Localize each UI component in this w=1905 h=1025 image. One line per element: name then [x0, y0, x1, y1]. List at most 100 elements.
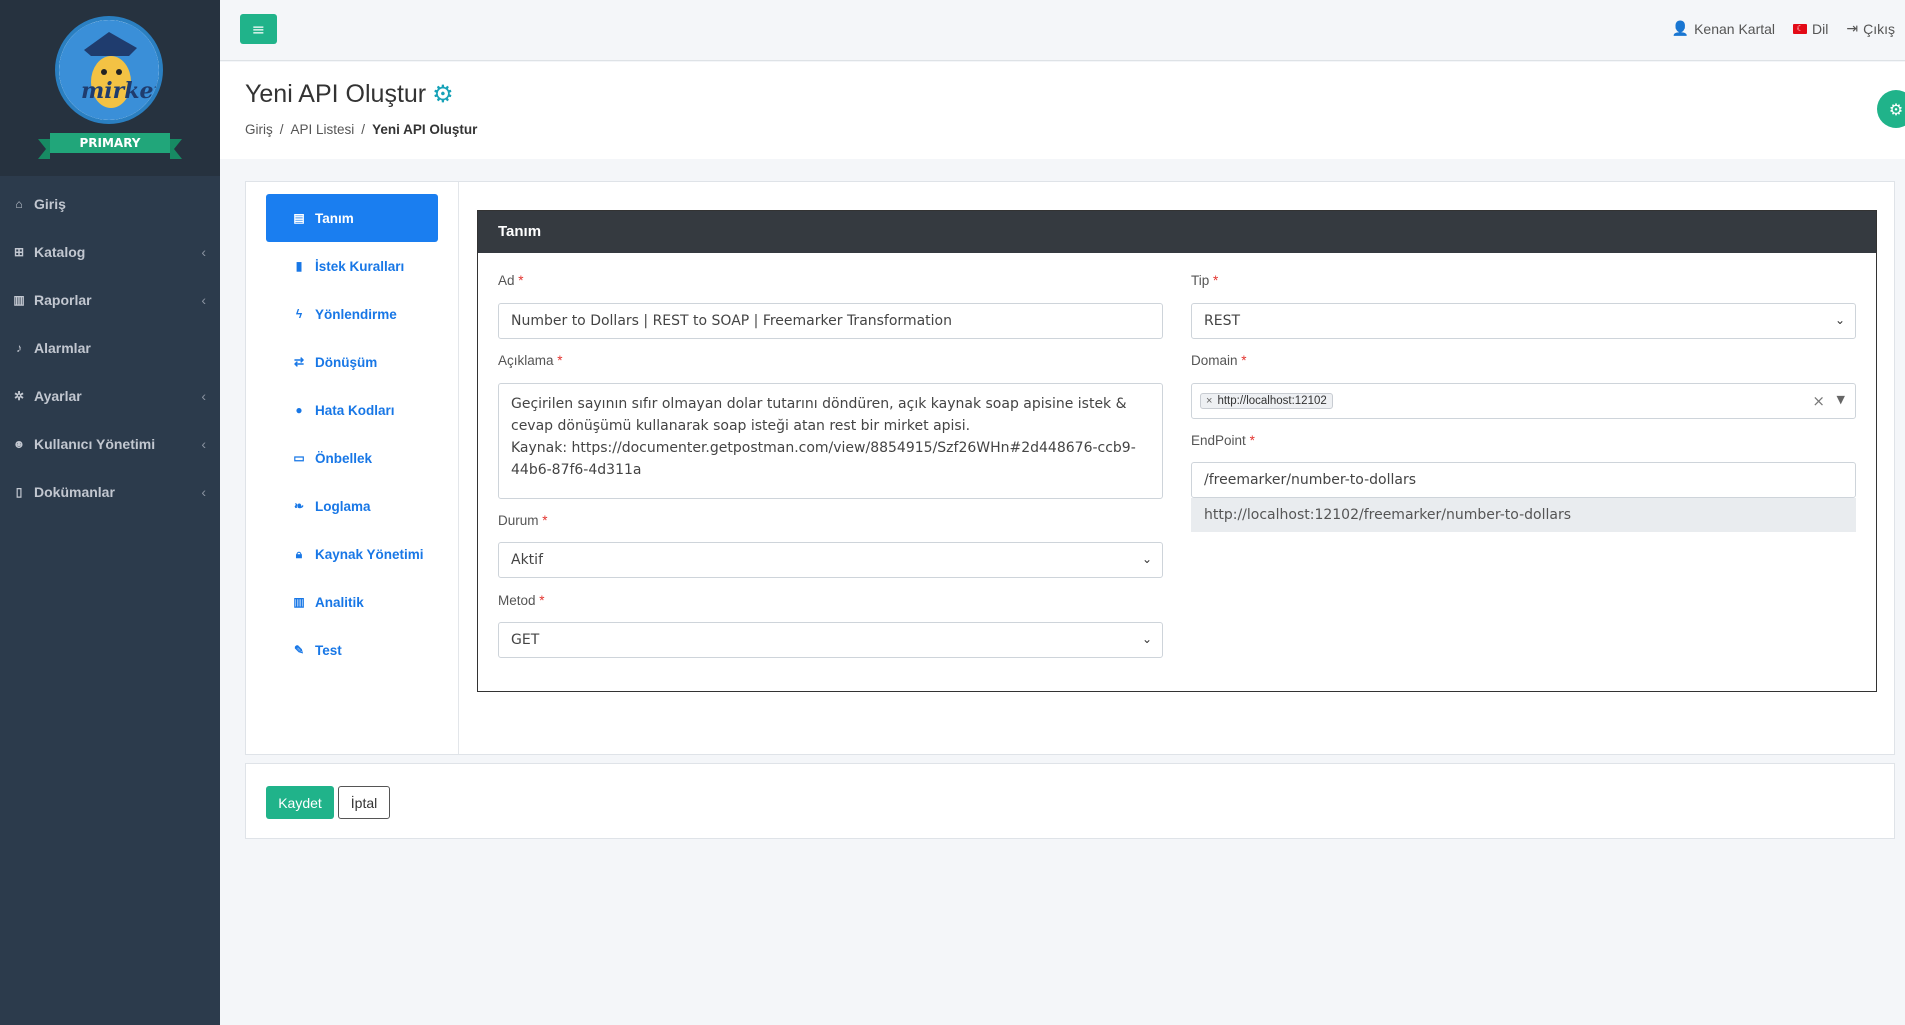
- tab-label: Test: [315, 642, 342, 658]
- tab-label: Tanım: [315, 210, 354, 226]
- label-text: EndPoint: [1191, 433, 1246, 448]
- save-button[interactable]: Kaydet: [266, 786, 334, 819]
- language-menu[interactable]: ☾ Dil: [1793, 20, 1828, 37]
- chart-bar-icon: ▥: [293, 595, 305, 609]
- sidebar-item-label: Dokümanlar: [34, 484, 115, 500]
- exchange-icon: ⇄: [293, 355, 305, 369]
- tab-hata-kodlari[interactable]: ● Hata Kodları: [266, 386, 438, 434]
- metod-select-value: GET: [511, 632, 540, 648]
- label-text: Ad: [498, 273, 515, 288]
- metod-select[interactable]: GET ⌄: [498, 622, 1163, 658]
- sidebar-item-giris[interactable]: ⌂ Giriş: [0, 180, 220, 228]
- tab-list: ▤ Tanım ▮ İstek Kuralları ϟ Yönlendirme ⇄ Dö…: [246, 182, 459, 754]
- svg-text:mirket: mirket: [81, 78, 159, 104]
- caret-down-icon[interactable]: ▼: [1837, 393, 1845, 406]
- tip-select[interactable]: REST ⌄: [1191, 303, 1856, 339]
- endpoint-preview: http://localhost:12102/freemarker/number…: [1191, 498, 1856, 532]
- sidebar-item-label: Giriş: [34, 196, 66, 212]
- top-nav: 👤 Kenan Kartal ☾ Dil ⇥ Çıkış: [1672, 20, 1905, 37]
- required-mark: *: [542, 513, 548, 528]
- breadcrumb-separator: /: [279, 122, 284, 137]
- breadcrumb-home[interactable]: Giriş: [245, 122, 273, 137]
- ad-label: Ad *: [498, 273, 524, 288]
- id-card-icon: ▤: [293, 211, 305, 225]
- domain-multiselect[interactable]: × http://localhost:12102 × ▼: [1191, 383, 1856, 419]
- api-form-card: ▤ Tanım ▮ İstek Kuralları ϟ Yönlendirme ⇄ Dö…: [245, 181, 1895, 755]
- domain-label: Domain *: [1191, 353, 1247, 368]
- tab-label: Kaynak Yönetimi: [315, 546, 424, 562]
- durum-select-value: Aktif: [511, 552, 543, 568]
- sidebar-item-label: Kullanıcı Yönetimi: [34, 436, 156, 452]
- mirket-logo[interactable]: mirket: [55, 16, 163, 124]
- file-icon: ▯: [15, 485, 23, 499]
- sidebar-item-alarmlar[interactable]: ♪ Alarmlar: [0, 324, 220, 372]
- feather-icon: ❧: [293, 499, 305, 513]
- metod-label: Metod *: [498, 593, 545, 608]
- chevron-left-icon: ‹: [201, 484, 206, 500]
- bell-icon: ♪: [16, 341, 22, 355]
- tab-istek-kurallari[interactable]: ▮ İstek Kuralları: [266, 242, 438, 290]
- tab-label: Dönüşüm: [315, 354, 378, 370]
- breadcrumb-api-list[interactable]: API Listesi: [291, 122, 355, 137]
- sidebar-item-katalog[interactable]: ⊞ Katalog ‹: [0, 228, 220, 276]
- settings-button[interactable]: ⚙: [1877, 90, 1905, 128]
- tab-label: Yönlendirme: [315, 306, 397, 322]
- label-text: Durum: [498, 513, 539, 528]
- chevron-down-icon: ⌄: [1834, 313, 1845, 327]
- logout-link[interactable]: ⇥ Çıkış: [1846, 20, 1895, 37]
- domain-tag-label: http://localhost:12102: [1217, 395, 1327, 407]
- remove-tag-icon[interactable]: ×: [1206, 395, 1212, 407]
- domain-tag[interactable]: × http://localhost:12102: [1200, 393, 1333, 409]
- user-menu[interactable]: 👤 Kenan Kartal: [1672, 20, 1775, 37]
- aciklama-textarea[interactable]: Geçirilen sayının sıfır olmayan dolar tu…: [498, 383, 1163, 499]
- tanim-panel: Tanım Ad * Number to Dollars | REST to S…: [477, 210, 1877, 692]
- sidebar: mirket PRIMARY ⌂ Giriş ⊞ Katalog ‹ ▥ Raporla…: [0, 0, 220, 1025]
- ad-input[interactable]: Number to Dollars | REST to SOAP | Freem…: [498, 303, 1163, 339]
- sidebar-item-ayarlar[interactable]: ✲ Ayarlar ‹: [0, 372, 220, 420]
- tab-label: Loglama: [315, 498, 371, 514]
- sidebar-item-kullanici-yonetimi[interactable]: ☻ Kullanıcı Yönetimi ‹: [0, 420, 220, 468]
- tab-label: Analitik: [315, 594, 364, 610]
- tab-onbellek[interactable]: ▭ Önbellek: [266, 434, 438, 482]
- breadcrumb: Giriş / API Listesi / Yeni API Oluştur: [245, 122, 477, 137]
- brand: mirket PRIMARY: [0, 0, 220, 176]
- chevron-left-icon: ‹: [201, 436, 206, 452]
- exclamation-circle-icon: ●: [295, 403, 303, 417]
- breadcrumb-separator: /: [361, 122, 366, 137]
- label-text: Metod: [498, 593, 536, 608]
- tab-test[interactable]: ✎ Test: [266, 626, 438, 674]
- required-mark: *: [1241, 353, 1247, 368]
- bolt-icon: ϟ: [295, 307, 303, 321]
- sitemap-icon: ⊞: [13, 245, 25, 259]
- sidebar-item-dokumanlar[interactable]: ▯ Dokümanlar ‹: [0, 468, 220, 516]
- menu-toggle-button[interactable]: ≡: [240, 14, 277, 44]
- chevron-down-icon: ⌄: [1141, 632, 1152, 646]
- tab-donusum[interactable]: ⇄ Dönüşüm: [266, 338, 438, 386]
- sidebar-item-label: Raporlar: [34, 292, 92, 308]
- sidebar-item-raporlar[interactable]: ▥ Raporlar ‹: [0, 276, 220, 324]
- clear-icon[interactable]: ×: [1812, 392, 1825, 410]
- tab-tanim[interactable]: ▤ Tanım: [266, 194, 438, 242]
- tip-label: Tip *: [1191, 273, 1218, 288]
- endpoint-input[interactable]: /freemarker/number-to-dollars: [1191, 462, 1856, 498]
- aciklama-label: Açıklama *: [498, 353, 563, 368]
- sidebar-menu: ⌂ Giriş ⊞ Katalog ‹ ▥ Raporlar ‹ ♪ Alarmlar ✲ A…: [0, 180, 220, 516]
- tab-label: Önbellek: [315, 450, 373, 466]
- required-mark: *: [1213, 273, 1219, 288]
- tab-analitik[interactable]: ▥ Analitik: [266, 578, 438, 626]
- page-title-text: Yeni API Oluştur: [245, 80, 427, 108]
- tab-loglama[interactable]: ❧ Loglama: [266, 482, 438, 530]
- user-icon: 👤: [1671, 20, 1690, 36]
- chart-icon: ▥: [13, 293, 25, 307]
- endpoint-label: EndPoint *: [1191, 433, 1255, 448]
- tab-yonlendirme[interactable]: ϟ Yönlendirme: [266, 290, 438, 338]
- tab-kaynak-yonetimi[interactable]: 🔒︎ Kaynak Yönetimi: [266, 530, 438, 578]
- required-mark: *: [539, 593, 545, 608]
- chevron-down-icon: ⌄: [1141, 552, 1152, 566]
- chevron-left-icon: ‹: [201, 388, 206, 404]
- durum-select[interactable]: Aktif ⌄: [498, 542, 1163, 578]
- cancel-button[interactable]: İptal: [338, 786, 390, 819]
- sidebar-item-label: Alarmlar: [34, 340, 91, 356]
- home-icon: ⌂: [15, 197, 23, 211]
- label-text: Açıklama: [498, 353, 554, 368]
